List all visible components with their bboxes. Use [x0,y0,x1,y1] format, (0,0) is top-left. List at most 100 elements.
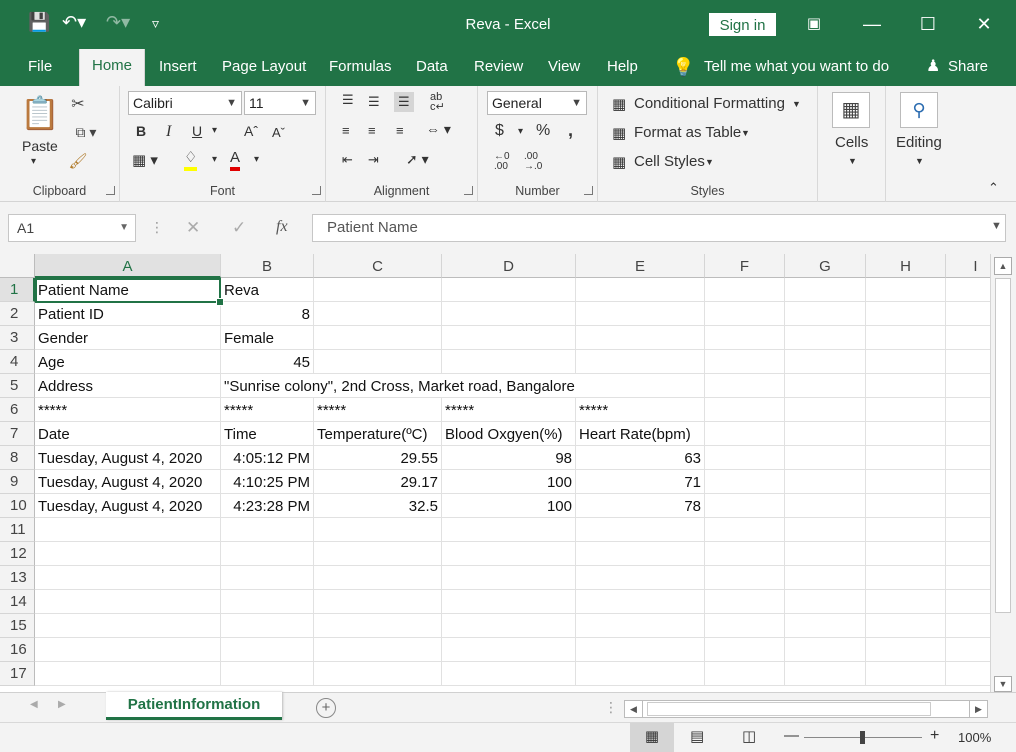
cell-d9[interactable]: 100 [442,470,576,494]
cell-f4[interactable] [705,350,785,374]
paste-icon[interactable]: 📋 [20,94,60,134]
cell-styles-button[interactable]: Cell Styles [634,153,705,170]
wrap-text-icon[interactable]: ab c↵ [430,92,445,113]
number-launcher-icon[interactable] [584,186,593,195]
tab-data[interactable]: Data [416,50,448,86]
tell-me-search[interactable]: Tell me what you want to do [704,50,889,86]
cell-e9[interactable]: 71 [576,470,705,494]
confirm-entry-icon[interactable]: ✓ [232,218,246,238]
clipboard-launcher-icon[interactable] [106,186,115,195]
horizontal-scrollbar[interactable]: ◀ ▶ [624,700,988,718]
copy-icon[interactable]: ⧉ ▾ [68,124,104,141]
vertical-scrollbar[interactable]: ▲ ▼ [990,254,1016,692]
conditional-formatting-icon[interactable]: ▦ [612,95,626,113]
share-button[interactable]: Share [948,50,988,86]
cell-d11[interactable] [442,518,576,542]
cell-a11[interactable] [35,518,221,542]
cells-group[interactable]: ▦ Cells ▼ [818,86,886,202]
cell-c7[interactable]: Temperature(ºC) [314,422,442,446]
row-header-2[interactable]: 2 [0,302,35,326]
cell-h7[interactable] [866,422,946,446]
cell-g15[interactable] [785,614,866,638]
cell-h17[interactable] [866,662,946,686]
cell-h4[interactable] [866,350,946,374]
cell-d15[interactable] [442,614,576,638]
cell-e14[interactable] [576,590,705,614]
increase-font-size-icon[interactable]: Aˆ [244,123,258,139]
row-header-16[interactable]: 16 [0,638,35,662]
cell-c1[interactable] [314,278,442,302]
conditional-formatting-button[interactable]: Conditional Formatting [634,95,785,112]
column-header-b[interactable]: B [221,254,314,278]
cell-a13[interactable] [35,566,221,590]
cell-c8[interactable]: 29.55 [314,446,442,470]
cell-b2[interactable]: 8 [221,302,314,326]
tab-file[interactable]: File [28,50,52,86]
cell-c17[interactable] [314,662,442,686]
zoom-out-button[interactable]: — [784,727,799,744]
bold-button[interactable]: B [136,123,146,139]
cell-e4[interactable] [576,350,705,374]
cell-g13[interactable] [785,566,866,590]
currency-dropdown-icon[interactable]: ▾ [518,126,523,137]
cell-e11[interactable] [576,518,705,542]
cell-c4[interactable] [314,350,442,374]
cell-styles-icon[interactable]: ▦ [612,153,626,171]
cell-e13[interactable] [576,566,705,590]
row-header-7[interactable]: 7 [0,422,35,446]
paste-dropdown-icon[interactable]: ▾ [31,156,36,167]
cell-a17[interactable] [35,662,221,686]
row-header-6[interactable]: 6 [0,398,35,422]
cell-a7[interactable]: Date [35,422,221,446]
cell-h6[interactable] [866,398,946,422]
font-size-select[interactable]: 11 ▼ [244,91,316,115]
cell-d8[interactable]: 98 [442,446,576,470]
zoom-level[interactable]: 100% [958,730,991,745]
row-header-13[interactable]: 13 [0,566,35,590]
orientation-icon[interactable]: ➚ ▾ [406,151,429,168]
worksheet-grid[interactable]: ABCDEFGHI 1 2 3 4 5 6 7 8 9 10 11 12 13 14 15 16 17 Pati… [0,254,990,692]
cell-b13[interactable] [221,566,314,590]
underline-dropdown-icon[interactable]: ▾ [212,125,217,136]
cell-d13[interactable] [442,566,576,590]
zoom-slider-handle[interactable] [860,731,865,744]
top-align-icon[interactable]: ☰ [342,92,354,108]
comma-button[interactable]: , [568,120,573,141]
cell-i2[interactable] [946,302,990,326]
cell-i15[interactable] [946,614,990,638]
cell-a8[interactable]: Tuesday, August 4, 2020 [35,446,221,470]
cell-c9[interactable]: 29.17 [314,470,442,494]
name-box[interactable]: A1 ▼ [8,214,136,242]
cell-i6[interactable] [946,398,990,422]
minimize-button[interactable]: — [852,8,892,40]
cell-h14[interactable] [866,590,946,614]
row-header-8[interactable]: 8 [0,446,35,470]
maximize-button[interactable]: ☐ [908,8,948,40]
cell-d2[interactable] [442,302,576,326]
cell-e8[interactable]: 63 [576,446,705,470]
cell-h9[interactable] [866,470,946,494]
cell-g7[interactable] [785,422,866,446]
row-header-5[interactable]: 5 [0,374,35,398]
cell-e12[interactable] [576,542,705,566]
cell-f15[interactable] [705,614,785,638]
tab-home[interactable]: Home [79,49,145,86]
cell-e16[interactable] [576,638,705,662]
column-header-f[interactable]: F [705,254,785,278]
cell-d1[interactable] [442,278,576,302]
cell-d6[interactable]: ***** [442,398,576,422]
column-header-e[interactable]: E [576,254,705,278]
row-header-9[interactable]: 9 [0,470,35,494]
cell-i17[interactable] [946,662,990,686]
cell-c14[interactable] [314,590,442,614]
tab-page-layout[interactable]: Page Layout [222,50,306,86]
cell-a3[interactable]: Gender [35,326,221,350]
cell-h12[interactable] [866,542,946,566]
format-painter-icon[interactable]: 🖌 [68,152,88,170]
cell-i3[interactable] [946,326,990,350]
bottom-align-icon[interactable]: ☰ [394,92,414,112]
font-color-icon[interactable]: A [230,149,241,171]
cell-a10[interactable]: Tuesday, August 4, 2020 [35,494,221,518]
tab-formulas[interactable]: Formulas [329,50,392,86]
new-sheet-icon[interactable]: + [316,698,336,718]
